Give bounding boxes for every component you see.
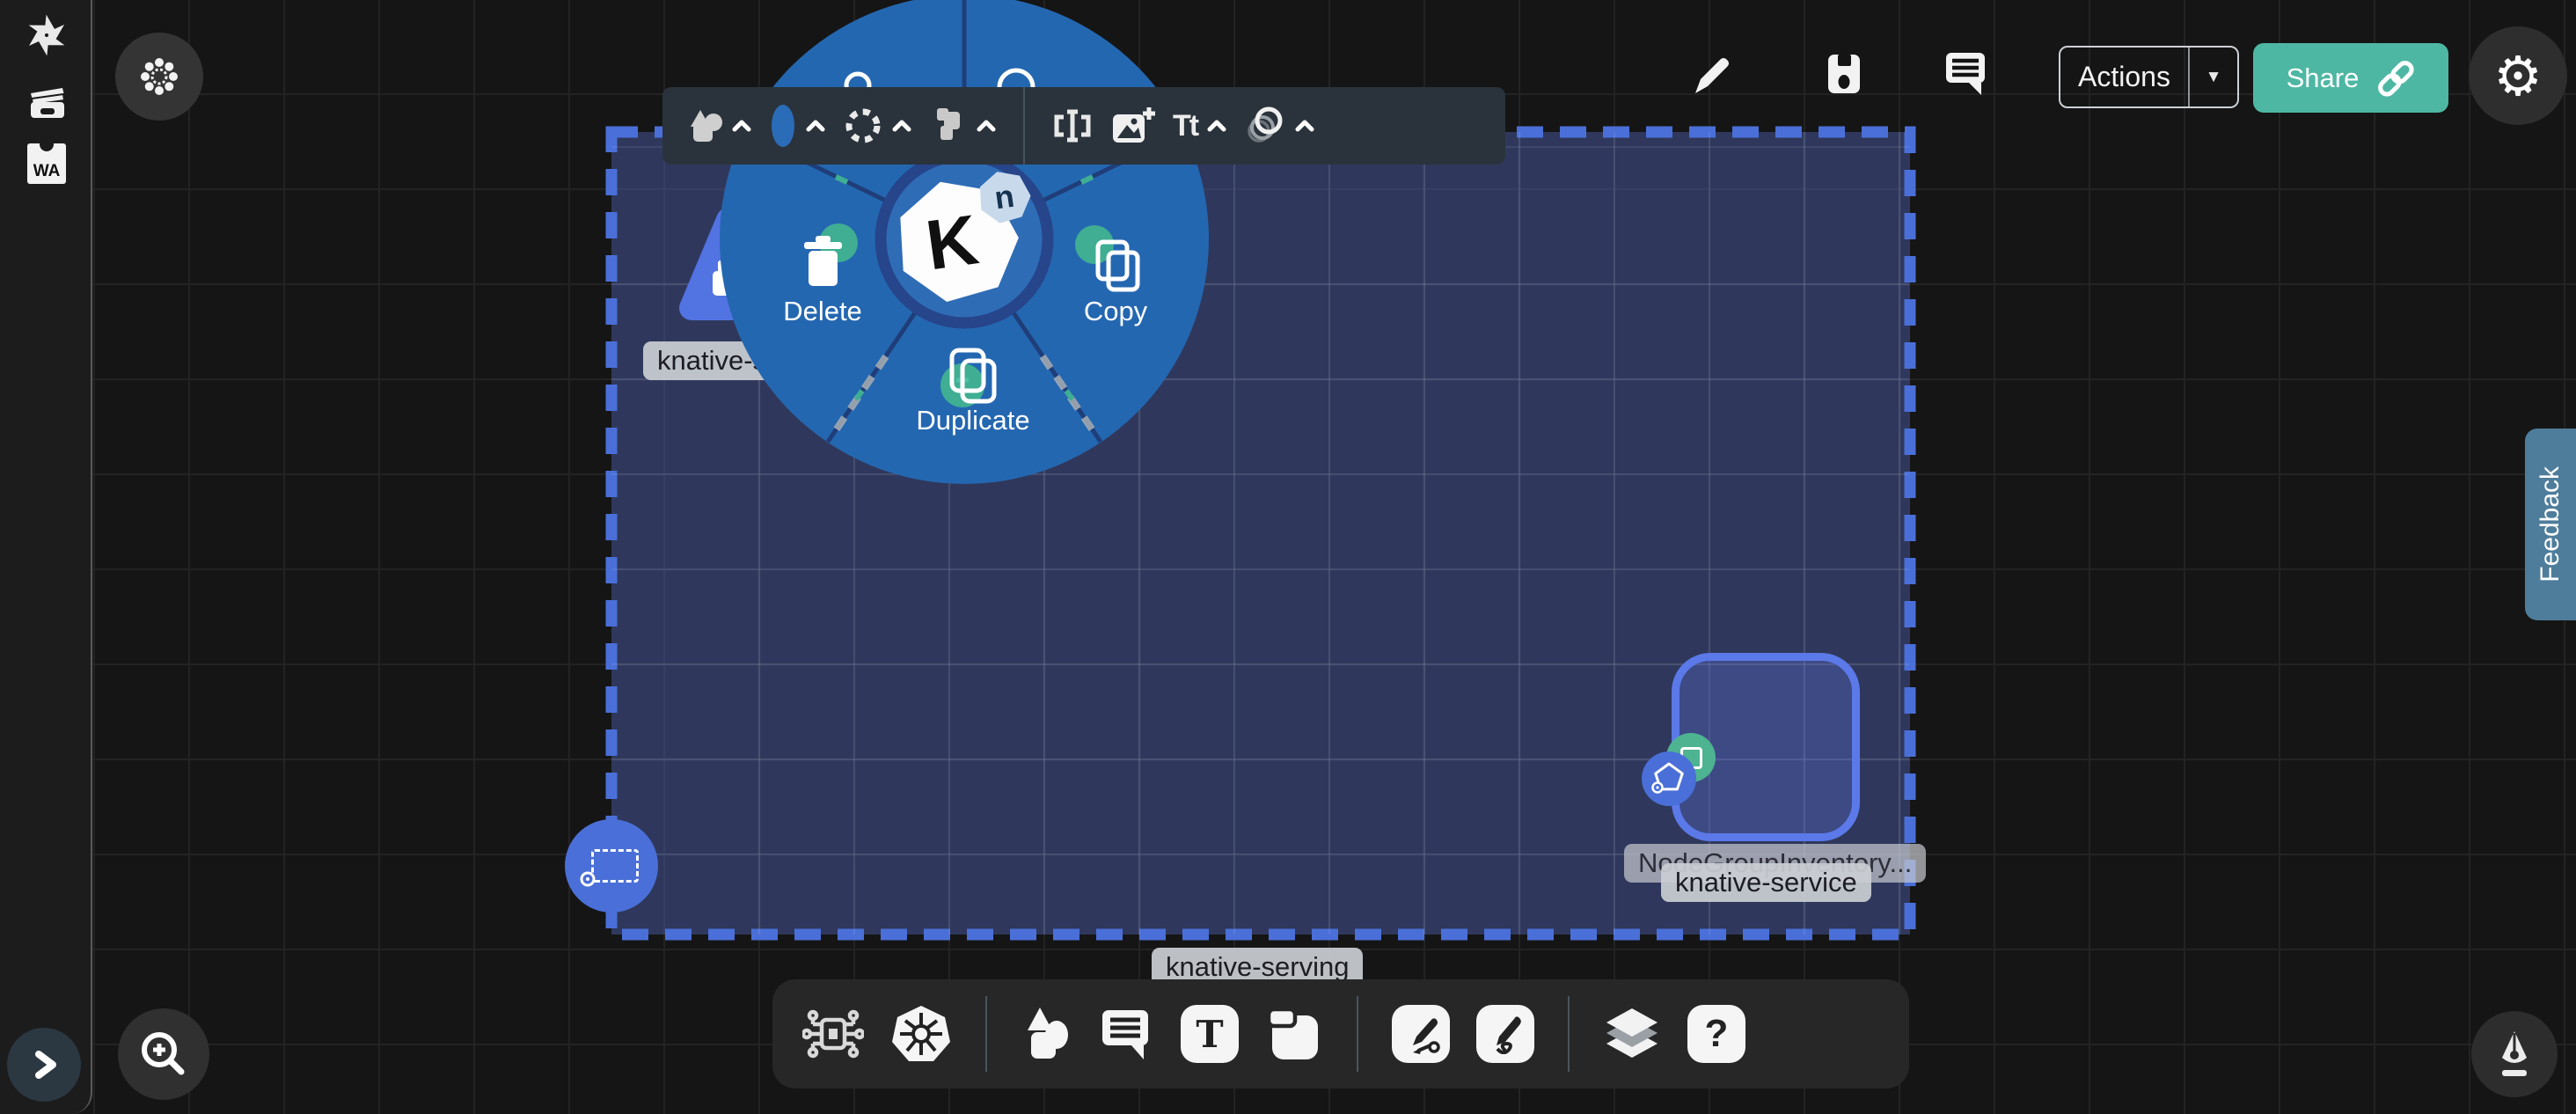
text-tool-icon: T (1196, 1013, 1223, 1056)
toolbar-divider (1023, 87, 1025, 165)
save-button[interactable] (1818, 48, 1870, 100)
zoom-in-icon (135, 1026, 192, 1082)
chevron-right-icon (25, 1045, 63, 1084)
draw-tool-key (1476, 1005, 1534, 1063)
caret-down-icon: ▼ (2206, 68, 2222, 87)
shape-style-button[interactable] (687, 108, 752, 143)
group-select-badge[interactable] (565, 819, 658, 912)
spiral-logo-icon (24, 12, 70, 58)
link-icon (2376, 59, 2415, 98)
fill-color-swatch (770, 103, 796, 149)
expand-sidebar-button[interactable] (7, 1028, 81, 1102)
text-tool[interactable]: T (1181, 1005, 1239, 1063)
save-icon (1823, 53, 1865, 95)
chevron-up-icon (1206, 119, 1227, 133)
border-style-button[interactable] (844, 106, 912, 145)
sidebar-item-archive[interactable] (0, 81, 92, 120)
layer-order-button[interactable] (930, 106, 997, 145)
dashed-rect-icon (591, 849, 639, 883)
gear-icon: ⚙ (2493, 44, 2543, 108)
frame-tool[interactable] (1265, 1005, 1323, 1063)
share-button[interactable]: Share (2253, 43, 2448, 113)
text-style-button[interactable]: Tt (1173, 109, 1227, 143)
kubernetes-icon (890, 1004, 952, 1064)
actions-label: Actions (2060, 61, 2188, 93)
feedback-tab[interactable]: Feedback (2525, 429, 2576, 620)
kubernetes-tool[interactable] (890, 1004, 952, 1064)
help-tool-key: ? (1687, 1005, 1745, 1063)
archive-icon (26, 81, 68, 120)
shapes-tool[interactable] (1021, 1006, 1073, 1062)
edit-button[interactable] (1687, 49, 1739, 102)
draw-tool[interactable] (1476, 1005, 1534, 1063)
dock-divider (1357, 996, 1358, 1072)
frame-tool-icon (1265, 1005, 1323, 1063)
dock-divider (1568, 996, 1570, 1072)
feedback-label: Feedback (2536, 466, 2565, 583)
integrations-icon (802, 1005, 864, 1063)
mini-gear-icon (577, 868, 598, 890)
copy-label: Copy (1084, 296, 1148, 326)
dashed-circle-icon (844, 106, 882, 145)
dock-divider (985, 996, 987, 1072)
delete-label: Delete (783, 296, 862, 326)
knative-badge-icon[interactable] (1642, 751, 1696, 806)
chevron-up-icon (731, 119, 752, 133)
fill-color-button[interactable] (770, 103, 826, 149)
sidebar-item-isoflow[interactable] (0, 12, 92, 58)
style-toolbar: Tt (662, 87, 1505, 165)
comment-icon (1944, 51, 1990, 97)
comments-button[interactable] (1939, 46, 1995, 102)
add-image-icon (1111, 106, 1155, 146)
quick-menu-button[interactable] (115, 33, 203, 121)
radial-context-menu[interactable]: Delete Copy Duplicate n K (718, 0, 1211, 486)
add-image-button[interactable] (1111, 106, 1155, 146)
connector-tool-key (1392, 1005, 1450, 1063)
resize-text-button[interactable] (1051, 107, 1094, 144)
layer-order-icon (930, 106, 967, 145)
pencil-icon (1692, 55, 1734, 97)
pen-mode-button[interactable] (2471, 1011, 2558, 1097)
webassembly-icon: WA (26, 143, 67, 185)
wa-label: WA (33, 162, 60, 180)
shapes-icon (687, 108, 722, 143)
resize-text-icon (1051, 107, 1094, 144)
sidebar-item-webassembly[interactable]: WA (0, 143, 92, 185)
tool-dock: T (772, 979, 1909, 1088)
comment-tool[interactable] (1100, 1007, 1154, 1061)
chevron-up-icon (805, 119, 826, 133)
pen-nib-icon (2486, 1026, 2543, 1082)
draw-pencil-icon (1485, 1014, 1526, 1054)
opacity-button[interactable] (1245, 106, 1315, 145)
duplicate-label: Duplicate (916, 405, 1029, 436)
trash-icon (804, 236, 842, 286)
radial-menu-hub: n K (881, 156, 1048, 323)
opacity-circles-icon (1245, 106, 1285, 145)
chevron-up-icon (891, 119, 912, 133)
library-sidebar: WA (0, 0, 92, 1114)
shapes-tool-icon (1021, 1006, 1073, 1062)
layers-tool[interactable] (1603, 1007, 1661, 1061)
connector-pen-icon (1401, 1014, 1441, 1054)
text-tool-key: T (1181, 1005, 1239, 1063)
actions-dropdown[interactable]: ▼ (2188, 48, 2237, 106)
pentagon-gear-icon (1649, 759, 1689, 799)
layers-icon (1603, 1007, 1661, 1061)
share-label: Share (2287, 62, 2360, 94)
connector-tool[interactable] (1392, 1005, 1450, 1063)
actions-button[interactable]: Actions ▼ (2059, 46, 2239, 108)
comment-tool-icon (1100, 1007, 1154, 1061)
flower-icon (136, 54, 182, 99)
settings-button[interactable]: ⚙ (2469, 26, 2567, 125)
help-tool[interactable]: ? (1687, 1005, 1745, 1063)
help-icon: ? (1705, 1012, 1729, 1056)
chevron-up-icon (1294, 119, 1315, 133)
text-style-icon: Tt (1173, 109, 1197, 143)
zoom-in-button[interactable] (118, 1008, 209, 1100)
label-knative-service[interactable]: knative-service (1661, 863, 1871, 902)
chevron-up-icon (976, 119, 997, 133)
integrations-tool[interactable] (802, 1005, 864, 1063)
